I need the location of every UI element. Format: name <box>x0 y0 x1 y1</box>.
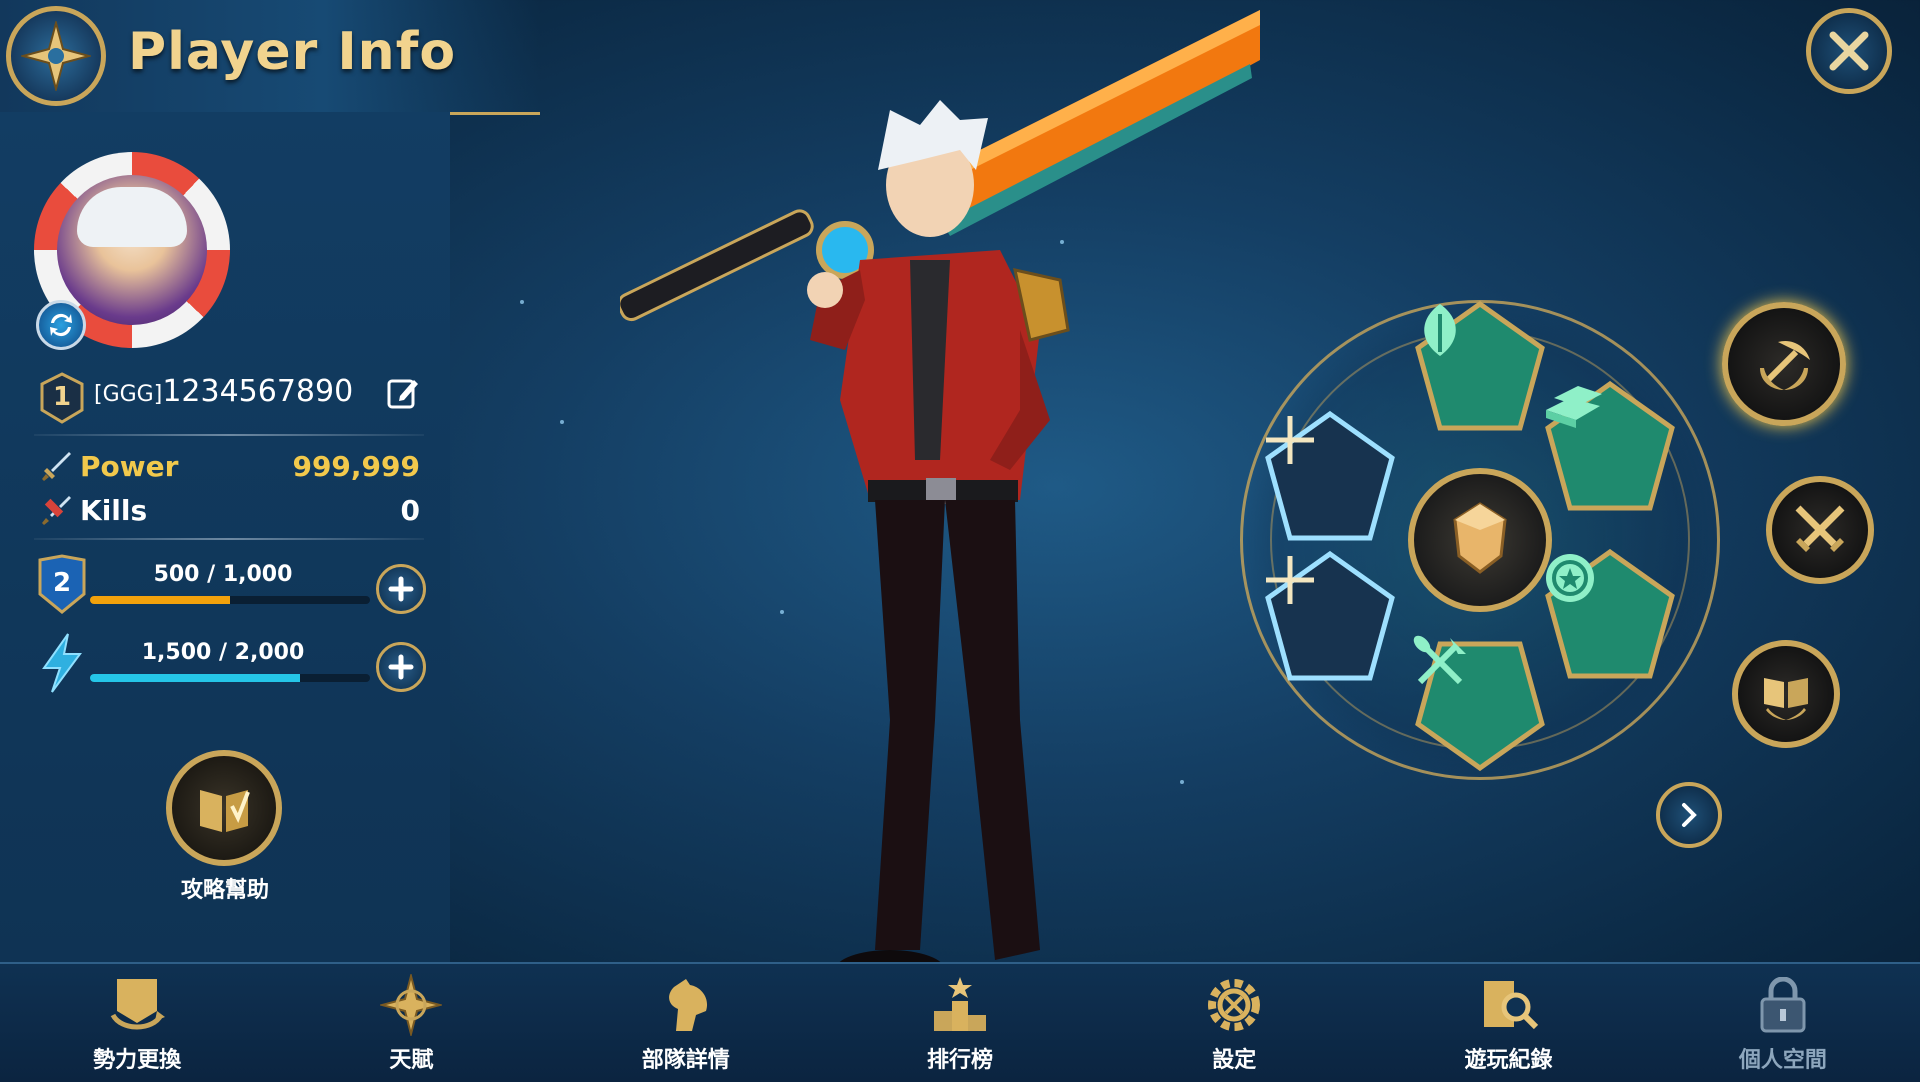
progress-track <box>90 674 370 682</box>
page-title: Player Info <box>128 22 457 82</box>
add-energy-button[interactable] <box>376 642 426 692</box>
edit-icon <box>387 379 418 409</box>
chevron-right-icon <box>1682 803 1697 827</box>
crystal-icon <box>1453 502 1507 574</box>
center-crystal-button[interactable] <box>1408 468 1552 612</box>
nav-label: 天賦 <box>389 1048 434 1073</box>
plus-icon <box>388 654 414 680</box>
guild-tag: [GGG] <box>94 382 163 407</box>
nav-settings[interactable]: 設定 <box>1134 968 1334 1078</box>
player-level-badge: 1 <box>38 372 86 424</box>
shovel-pickaxe-icon <box>1410 632 1550 772</box>
crossed-swords-icon <box>1795 505 1845 552</box>
progress-fill <box>90 596 230 604</box>
nav-label: 排行榜 <box>926 1048 993 1073</box>
slot-empty-1[interactable] <box>1260 410 1400 550</box>
progress-fill <box>90 674 300 682</box>
ingot-icon <box>1540 380 1680 520</box>
close-button[interactable] <box>1806 8 1892 94</box>
plus-icon <box>1260 550 1400 690</box>
gear-icon <box>1199 972 1269 1038</box>
faction-swap-icon <box>102 972 172 1038</box>
lightning-icon <box>36 632 88 694</box>
nav-label: 個人空間 <box>1738 1048 1827 1073</box>
nav-play-records[interactable]: 遊玩紀錄 <box>1409 968 1609 1078</box>
stat-label: Power <box>80 449 179 483</box>
change-avatar-button[interactable] <box>36 300 86 350</box>
refresh-icon <box>50 313 72 337</box>
player-id: 1234567890 <box>162 374 354 409</box>
next-page-button[interactable] <box>1656 782 1722 848</box>
stat-kills: Kills 0 <box>40 490 420 530</box>
nav-label: 設定 <box>1212 1048 1257 1073</box>
stamina-bar-row: 2 500 / 1,000 <box>36 554 436 624</box>
guide-help-label: 攻略幫助 <box>180 878 269 903</box>
leaf-icon <box>1410 300 1550 440</box>
book-laurel-icon <box>1764 678 1808 720</box>
pickaxe-laurel-icon <box>1760 340 1810 390</box>
gather-button[interactable] <box>1722 302 1846 426</box>
header-bar: Player Info <box>0 0 540 115</box>
slot-mining[interactable] <box>1410 632 1550 772</box>
edit-name-button[interactable] <box>384 374 422 412</box>
record-search-icon <box>1474 972 1544 1038</box>
player-info-panel: 1 [GGG]1234567890 Power 999,999 Kills 0 … <box>0 112 450 962</box>
close-icon <box>1829 31 1869 71</box>
slot-coin[interactable] <box>1540 548 1680 688</box>
bottom-navigation: 勢力更換 天賦 部隊詳情 排行榜 設定 遊玩紀錄 個人空間 <box>0 962 1920 1082</box>
compass-star-icon <box>376 972 446 1038</box>
shield-badge-icon: 2 <box>36 554 88 616</box>
nav-label: 勢力更換 <box>93 1048 182 1073</box>
sword-icon <box>40 449 74 483</box>
plus-icon <box>1260 410 1400 550</box>
nav-talent[interactable]: 天賦 <box>311 968 511 1078</box>
player-name: [GGG]1234567890 <box>94 374 353 409</box>
guide-help-button[interactable] <box>166 750 282 866</box>
horse-head-icon <box>651 972 721 1038</box>
broken-sword-icon <box>40 493 74 527</box>
divider <box>34 538 424 540</box>
slot-gold-bars[interactable] <box>1540 380 1680 520</box>
character-model <box>617 0 1320 1010</box>
nav-leaderboard[interactable]: 排行榜 <box>860 968 1060 1078</box>
plus-icon <box>388 576 414 602</box>
stat-value: 999,999 <box>292 449 420 483</box>
nav-troop-details[interactable]: 部隊詳情 <box>586 968 786 1078</box>
open-book-icon <box>200 790 250 832</box>
nav-label: 遊玩紀錄 <box>1464 1048 1553 1073</box>
bar-value-text: 1,500 / 2,000 <box>141 640 305 665</box>
divider <box>34 434 424 436</box>
energy-bar-row: 1,500 / 2,000 <box>36 632 436 702</box>
player-level: 1 <box>52 382 72 412</box>
podium-icon <box>925 972 995 1038</box>
coin-icon <box>1540 548 1680 688</box>
nav-faction-swap[interactable]: 勢力更換 <box>37 968 237 1078</box>
nav-personal-space[interactable]: 個人空間 <box>1683 968 1883 1078</box>
slot-empty-2[interactable] <box>1260 550 1400 690</box>
bar-value-text: 500 / 1,000 <box>153 562 293 587</box>
add-stamina-button[interactable] <box>376 564 426 614</box>
codex-button[interactable] <box>1732 640 1840 748</box>
resource-wheel <box>1240 300 1720 780</box>
slot-nature[interactable] <box>1410 300 1550 440</box>
lock-icon <box>1748 972 1818 1038</box>
stat-label: Kills <box>80 493 148 527</box>
stat-power: Power 999,999 <box>40 446 420 486</box>
battle-button[interactable] <box>1766 476 1874 584</box>
nav-label: 部隊詳情 <box>641 1048 730 1073</box>
progress-track <box>90 596 370 604</box>
bar-badge-number: 2 <box>52 568 72 598</box>
compass-emblem-icon <box>6 6 106 106</box>
stat-value: 0 <box>400 493 420 527</box>
